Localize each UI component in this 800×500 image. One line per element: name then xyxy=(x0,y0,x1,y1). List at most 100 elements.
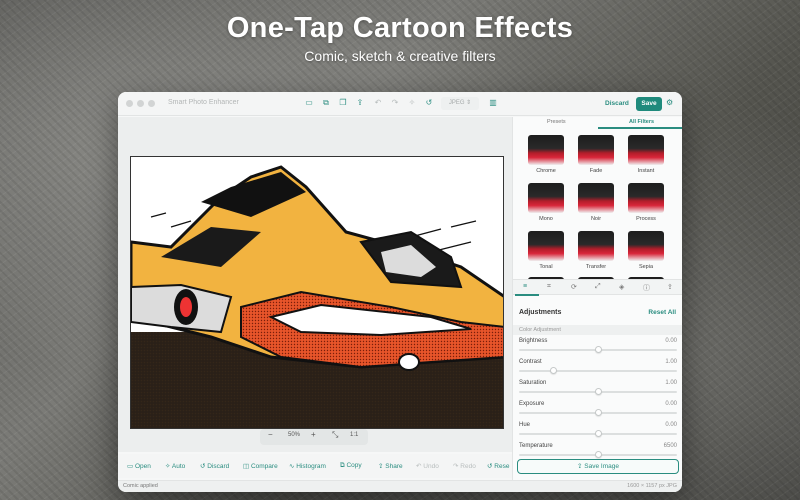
section-label: Color Adjustment xyxy=(519,327,561,333)
magic-icon[interactable]: ✧ xyxy=(407,98,417,108)
filter-tonal[interactable]: Tonal xyxy=(526,229,566,274)
minimize-window-button[interactable] xyxy=(137,100,144,107)
auto-icon: ✧ xyxy=(165,463,172,470)
filter-label: Chrome xyxy=(536,168,556,174)
hero-subtitle: Comic, sketch & creative filters xyxy=(304,48,496,64)
revert-icon[interactable]: ↺ xyxy=(424,98,434,108)
format-select[interactable]: JPEG ⇕ xyxy=(441,97,479,110)
adjustments-title: Adjustments xyxy=(519,309,562,316)
layers-icon[interactable]: ◈ xyxy=(619,283,624,291)
slider-knob[interactable] xyxy=(594,388,602,395)
info-icon[interactable]: ⓘ xyxy=(643,283,650,293)
filter-thumbnail xyxy=(528,183,564,213)
rotate-icon[interactable]: ⟳ xyxy=(571,283,577,291)
slider-knob[interactable] xyxy=(594,346,602,353)
slider-value: 0.00 xyxy=(665,422,677,428)
filter-label: Sepia xyxy=(638,264,654,270)
slider-knob[interactable] xyxy=(594,451,602,458)
slider-knob[interactable] xyxy=(550,367,558,374)
zoom-window-button[interactable] xyxy=(148,100,155,107)
filter-noir[interactable]: Noir xyxy=(576,181,616,226)
tool-row: ≡ ⌗ ⟳ ⤢ ◈ ⓘ ⇪ xyxy=(513,279,682,296)
fit-screen-button[interactable]: ⤡ xyxy=(332,430,338,440)
filter-label: Transfer xyxy=(585,264,607,270)
tab-all-filters[interactable]: All Filters xyxy=(629,119,654,125)
undo-button[interactable]: ↶ Undo xyxy=(416,462,439,470)
histogram-button[interactable]: ∿ Histogram xyxy=(289,462,326,470)
filter-thumbnail xyxy=(578,183,614,213)
filter-transfer[interactable]: Transfer xyxy=(576,229,616,274)
slider-label: Temperature xyxy=(519,443,553,449)
sidebar-toggle-icon[interactable]: ▥ xyxy=(488,98,498,108)
resize-icon[interactable]: ⤢ xyxy=(595,283,601,291)
reset-button[interactable]: ↺ Rese xyxy=(487,462,509,470)
app-title: Smart Photo Enhancer xyxy=(168,99,239,106)
slider-track[interactable] xyxy=(519,370,677,372)
slider-exposure: Exposure 0.00 xyxy=(519,401,677,421)
open-folder-icon[interactable]: ▭ xyxy=(304,98,314,108)
filter-label: Noir xyxy=(590,216,602,222)
undo-icon[interactable]: ↶ xyxy=(373,98,383,108)
zoom-controls: − 50% + ⤡ 1:1 xyxy=(260,429,368,445)
share-icon[interactable]: ⇪ xyxy=(355,98,365,108)
tab-presets[interactable]: Presets xyxy=(547,119,566,125)
reset-all-button[interactable]: Reset All xyxy=(648,309,676,316)
slider-value: 1.00 xyxy=(665,380,677,386)
app-window: Smart Photo Enhancer ▭ ⧉ ❐ ⇪ ↶ ↷ ✧ ↺ JPE… xyxy=(118,92,682,492)
slider-knob[interactable] xyxy=(594,430,602,437)
crop-icon[interactable]: ⌗ xyxy=(547,283,551,291)
slider-label: Exposure xyxy=(519,401,545,407)
export-icon[interactable]: ⇪ xyxy=(667,283,673,291)
hero-title: One-Tap Cartoon Effects xyxy=(226,12,574,44)
filter-instant[interactable]: Instant xyxy=(626,133,666,178)
filter-process[interactable]: Process xyxy=(626,181,666,226)
zoom-in-button[interactable]: + xyxy=(311,430,316,439)
filter-thumbnail xyxy=(628,231,664,261)
filter-thumbnail xyxy=(628,183,664,213)
discard-button[interactable]: Discard xyxy=(605,100,629,107)
copy-icon[interactable]: ⧉ xyxy=(321,98,331,108)
filter-thumbnail xyxy=(628,135,664,165)
slider-value: 1.00 xyxy=(665,359,677,365)
compare-button[interactable]: ◫ Compare xyxy=(243,462,278,470)
save-button[interactable]: Save xyxy=(636,97,662,111)
filter-mono[interactable]: Mono xyxy=(526,181,566,226)
redo-icon[interactable]: ↷ xyxy=(390,98,400,108)
slider-saturation: Saturation 1.00 xyxy=(519,380,677,400)
slider-label: Brightness xyxy=(519,338,548,344)
close-window-button[interactable] xyxy=(126,100,133,107)
titlebar: Smart Photo Enhancer ▭ ⧉ ❐ ⇪ ↶ ↷ ✧ ↺ JPE… xyxy=(118,92,682,116)
open-button[interactable]: ▭ Open xyxy=(127,462,151,470)
adjustments-icon[interactable]: ≡ xyxy=(523,283,527,290)
status-message: Comic applied xyxy=(123,483,158,489)
filter-label: Tonal xyxy=(539,264,553,270)
filter-grid: Chrome Fade Instant Mono Noir Process To… xyxy=(513,129,682,279)
edited-photo[interactable] xyxy=(130,156,504,429)
filter-label: Mono xyxy=(539,216,553,222)
filter-fade[interactable]: Fade xyxy=(576,133,616,178)
settings-icon[interactable]: ⚙ xyxy=(666,98,673,107)
slider-brightness: Brightness 0.00 xyxy=(519,338,677,358)
auto-button[interactable]: ✧ Auto xyxy=(165,462,185,470)
filter-label: Process xyxy=(636,216,656,222)
active-tool-indicator xyxy=(515,294,539,296)
filter-thumbnail xyxy=(578,231,614,261)
filter-chrome[interactable]: Chrome xyxy=(526,133,566,178)
zoom-out-button[interactable]: − xyxy=(268,430,273,439)
filter-sepia[interactable]: Sepia xyxy=(626,229,666,274)
redo-button[interactable]: ↷ Redo xyxy=(453,462,476,470)
slider-value: 6500 xyxy=(663,443,677,449)
save-image-button[interactable]: ⇪ Save Image xyxy=(517,459,679,474)
cartoon-car-image xyxy=(131,157,503,428)
duplicate-icon[interactable]: ❐ xyxy=(338,98,348,108)
slider-knob[interactable] xyxy=(594,409,602,416)
discard-bottom-button[interactable]: ↺ Discard xyxy=(200,462,229,470)
right-panel: Presets All Filters Chrome Fade Instant … xyxy=(512,117,682,480)
filter-thumbnail xyxy=(528,135,564,165)
copy-button[interactable]: ⧉ Copy xyxy=(340,462,362,470)
canvas-area: − 50% + ⤡ 1:1 xyxy=(118,117,512,452)
share-button[interactable]: ⇪ Share xyxy=(378,462,403,470)
compare-icon: ◫ xyxy=(243,463,251,470)
actual-size-button[interactable]: 1:1 xyxy=(350,432,358,438)
save-image-label: Save Image xyxy=(584,463,619,470)
